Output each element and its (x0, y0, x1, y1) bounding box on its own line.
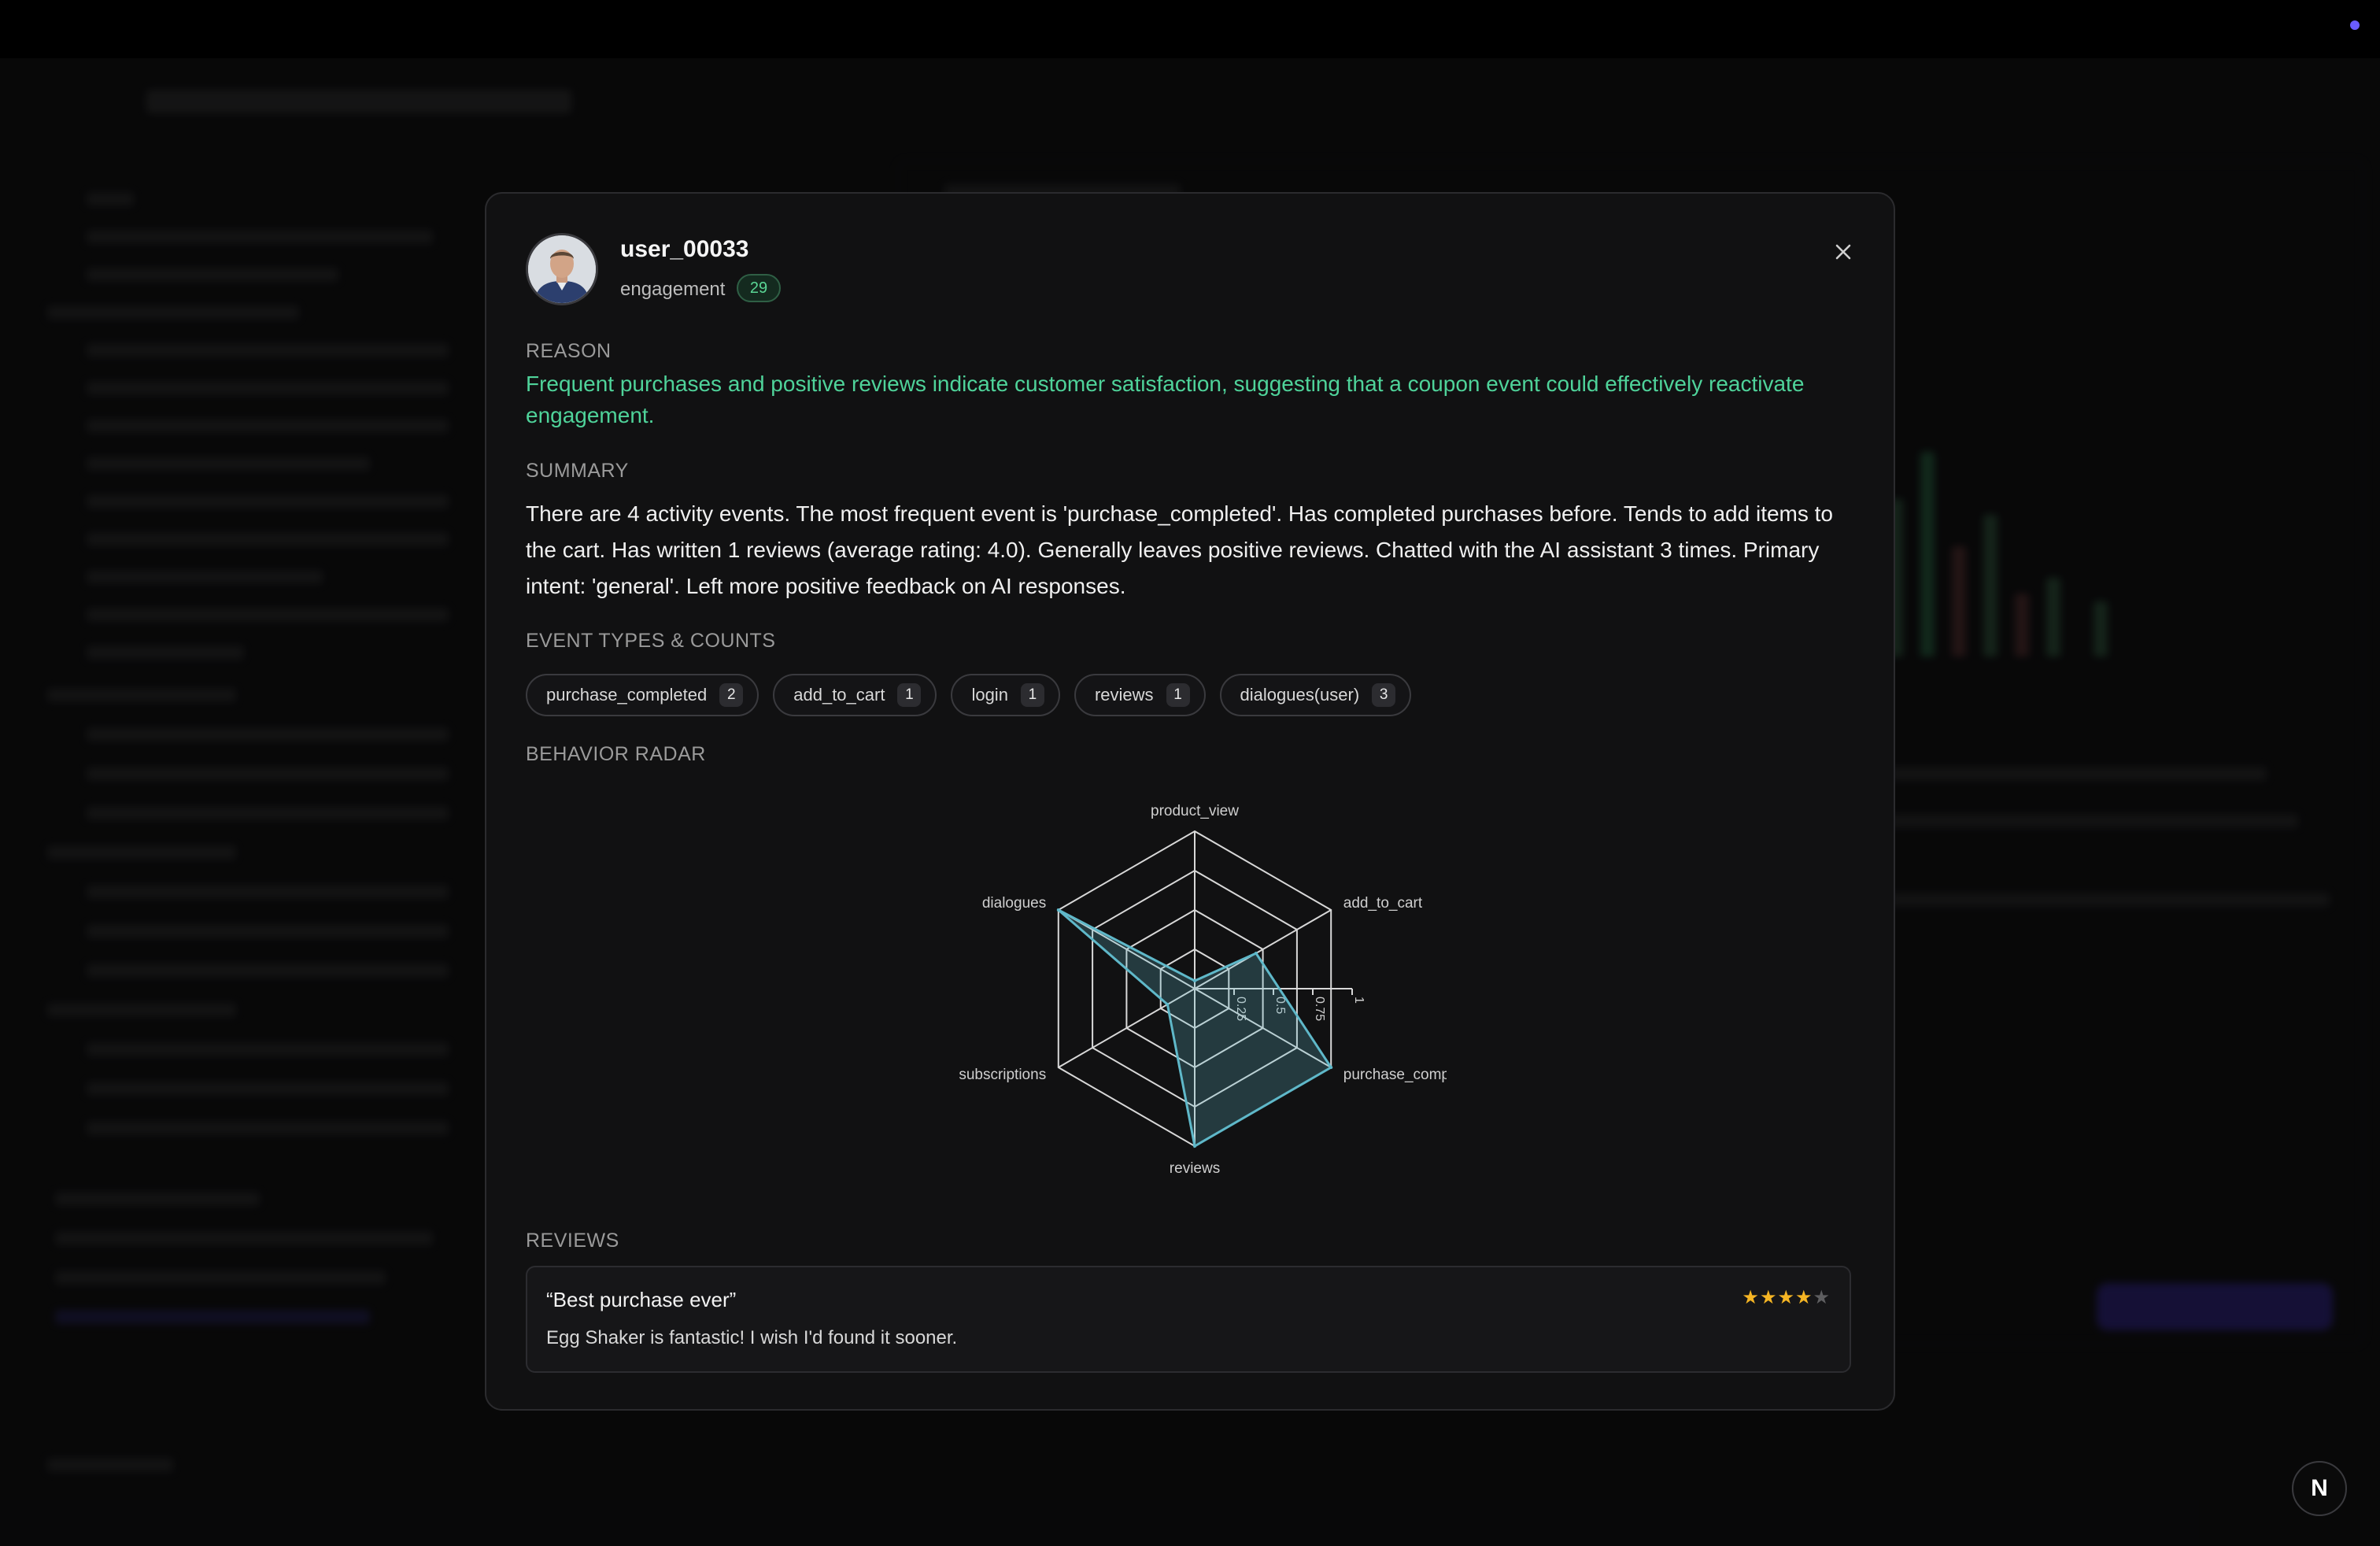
event-types-heading: EVENT TYPES & COUNTS (526, 630, 776, 652)
review-title: “Best purchase ever” (546, 1288, 737, 1311)
star-filled-icon: ★ (1759, 1287, 1778, 1308)
event-chip-count: 1 (1166, 683, 1190, 707)
star-filled-icon: ★ (1742, 1287, 1760, 1308)
user-detail-modal: user_00033 engagement 29 REASON Frequent… (485, 192, 1895, 1411)
event-chip-label: reviews (1094, 685, 1154, 705)
radar-axis-label: subscriptions (959, 1067, 1046, 1083)
radar-point (1056, 908, 1060, 912)
username: user_00033 (620, 236, 749, 262)
status-dot-icon (2350, 20, 2360, 30)
event-chip-count: 2 (719, 683, 744, 707)
avatar (526, 233, 598, 305)
user-photo-icon (528, 235, 596, 303)
radar-point (1193, 979, 1196, 982)
behavior-radar-chart: 0.25 0.5 0.75 1product_viewadd_to_cartpurch… (959, 803, 1447, 1177)
event-chip-purchase-completed: purchase_completed 2 (526, 674, 759, 716)
star-empty-icon: ★ (1813, 1287, 1831, 1308)
event-chip-count: 3 (1372, 683, 1396, 707)
radar-point (1254, 952, 1258, 955)
summary-text: There are 4 activity events. The most fr… (526, 501, 1833, 598)
reviews-heading: REVIEWS (526, 1230, 619, 1252)
radar-axis-label: reviews (1170, 1160, 1220, 1177)
review-rating-stars: ★★★★★ (1742, 1286, 1831, 1309)
review-card: “Best purchase ever” Egg Shaker is fanta… (526, 1266, 1851, 1373)
radar-point (1166, 1003, 1170, 1006)
engagement-score-badge: 29 (737, 274, 781, 302)
radar-point (1329, 1066, 1333, 1069)
behavior-radar-heading: BEHAVIOR RADAR (526, 743, 706, 765)
event-chips: purchase_completed 2 add_to_cart 1 login… (526, 674, 1412, 716)
star-filled-icon: ★ (1777, 1287, 1795, 1308)
reason-heading: REASON (526, 340, 612, 362)
radar-axis-label: dialogues (982, 895, 1046, 912)
event-chip-add-to-cart: add_to_cart 1 (773, 674, 937, 716)
star-filled-icon: ★ (1794, 1287, 1813, 1308)
event-chip-label: purchase_completed (546, 685, 708, 705)
radar-tick-label: 1 (1352, 997, 1366, 1004)
close-icon[interactable] (1829, 238, 1857, 266)
event-chip-reviews: reviews 1 (1074, 674, 1206, 716)
summary-heading: SUMMARY (526, 460, 629, 482)
event-chip-count: 1 (897, 683, 922, 707)
browser-top-bar (0, 0, 2380, 58)
review-body: Egg Shaker is fantastic! I wish I'd foun… (546, 1327, 958, 1348)
nextjs-devtools-button[interactable]: N (2292, 1461, 2347, 1516)
radar-point (1193, 1145, 1196, 1148)
event-chip-label: login (971, 685, 1008, 705)
event-chip-login: login 1 (951, 674, 1060, 716)
reason-text: Frequent purchases and positive reviews … (526, 372, 1805, 427)
event-chip-dialogues-user: dialogues(user) 3 (1219, 674, 1412, 716)
radar-axis-label: add_to_cart (1343, 895, 1423, 912)
radar-axis-label: purchase_completed (1343, 1067, 1447, 1083)
radar-tick-label: 0.75 (1313, 997, 1326, 1021)
engagement-label: engagement (620, 279, 726, 300)
event-chip-label: add_to_cart (793, 685, 885, 705)
event-chip-count: 1 (1020, 683, 1044, 707)
radar-axis-label: product_view (1151, 803, 1239, 819)
event-chip-label: dialogues(user) (1240, 685, 1360, 705)
